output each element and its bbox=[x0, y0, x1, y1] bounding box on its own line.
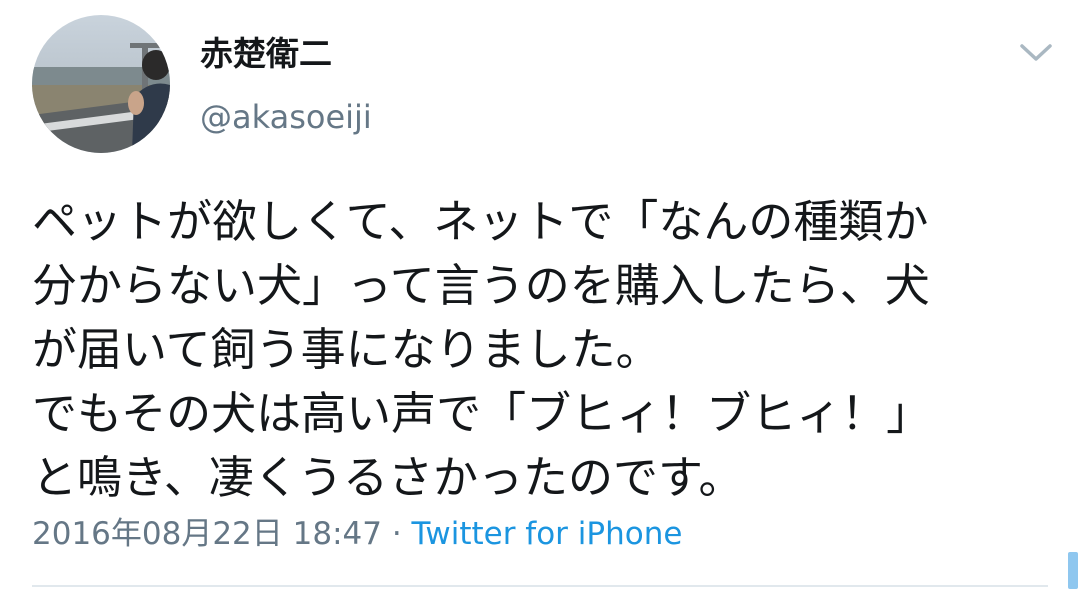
avatar-photo bbox=[32, 15, 170, 153]
tweet-meta: 2016年08月22日 18:47 · Twitter for iPhone bbox=[32, 512, 682, 556]
tweet-text-line: ペットが欲しくて、ネットで「なんの種類か bbox=[32, 195, 929, 248]
tweet-text-line: 分からない犬」って言うのを購入したら、犬 bbox=[32, 259, 930, 312]
tweet-text: ペットが欲しくて、ネットで「なんの種類か 分からない犬」って言うのを購入したら、… bbox=[32, 190, 1052, 510]
author-handle[interactable]: @akasoeiji bbox=[200, 95, 372, 139]
tweet-timestamp[interactable]: 2016年08月22日 18:47 bbox=[32, 516, 382, 552]
tweet-source-link[interactable]: Twitter for iPhone bbox=[412, 516, 683, 552]
chevron-down-icon[interactable] bbox=[1016, 38, 1056, 66]
tweet-card: 赤楚衛二 @akasoeiji ペットが欲しくて、ネットで「なんの種類か 分から… bbox=[0, 0, 1080, 589]
avatar[interactable] bbox=[32, 15, 170, 153]
scroll-indicator bbox=[1068, 552, 1078, 589]
tweet-text-line: でもその犬は高い声で「ブヒィ！ブヒィ！」 bbox=[32, 387, 932, 440]
tweet-text-line: が届いて飼う事になりました。 bbox=[32, 323, 661, 376]
author-display-name[interactable]: 赤楚衛二 bbox=[200, 30, 332, 78]
meta-separator: · bbox=[381, 516, 412, 552]
tweet-text-line: と鳴き、凄くうるさかったのです。 bbox=[32, 451, 744, 504]
divider bbox=[32, 585, 1048, 587]
